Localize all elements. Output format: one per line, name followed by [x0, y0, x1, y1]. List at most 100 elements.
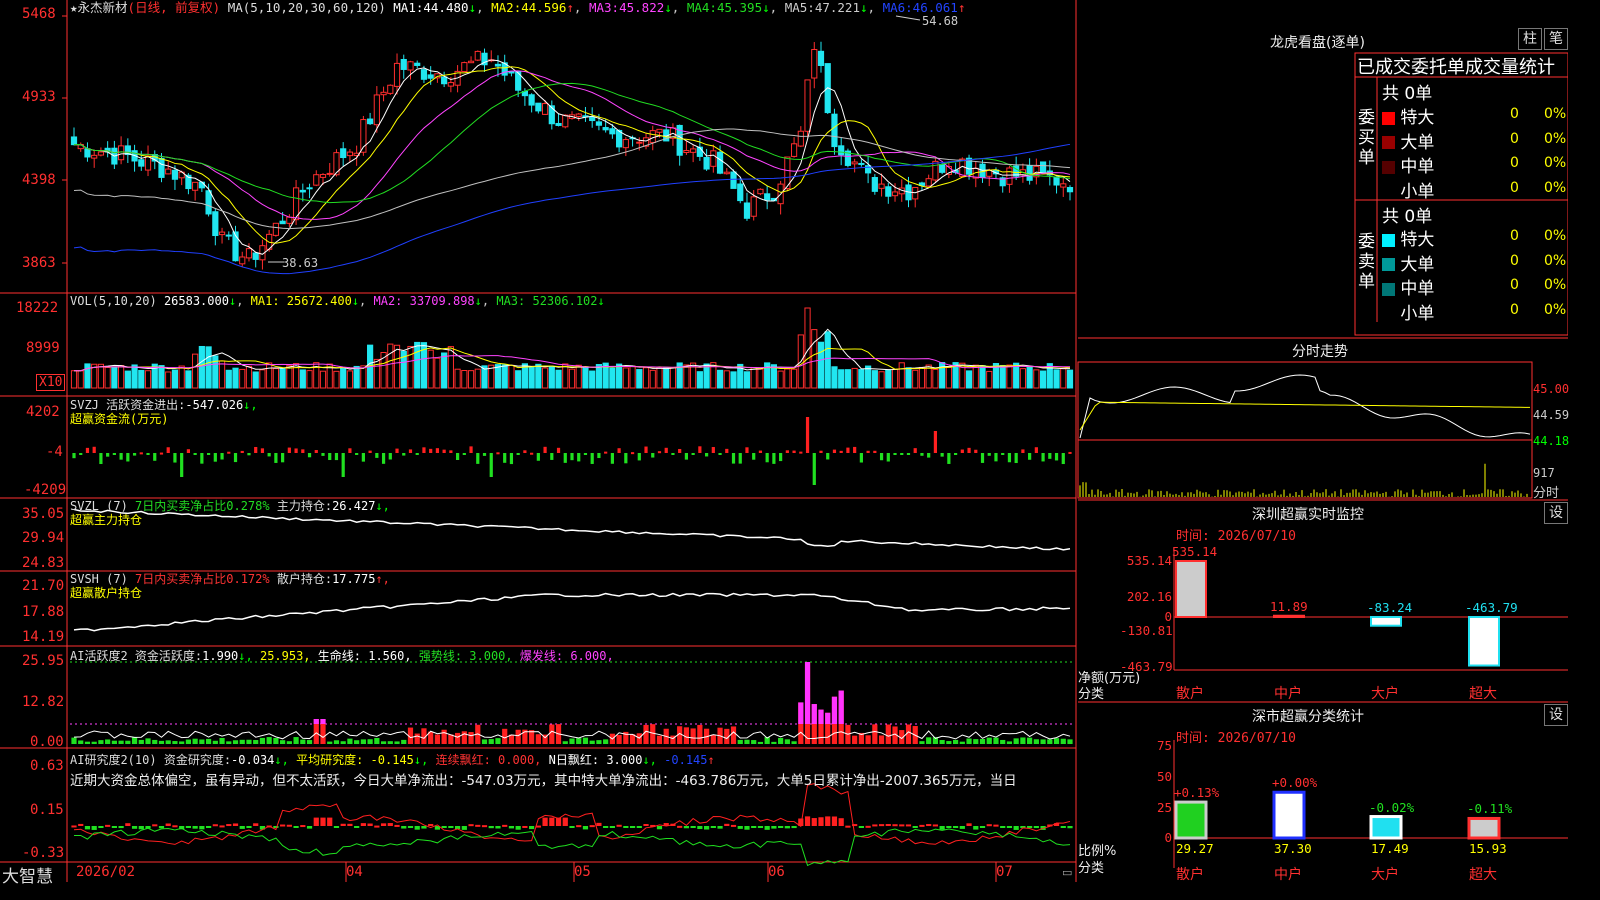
buy-row-3: 小单 0 0%	[1382, 177, 1566, 202]
svsh-label: 散户持仓:	[276, 572, 333, 586]
category-value-label: 29.27	[1176, 841, 1214, 856]
bar-mode-button[interactable]: 柱	[1518, 28, 1542, 50]
row-percent: 0%	[1544, 277, 1567, 293]
ma5-name: MA5:	[784, 0, 815, 15]
right-panel-title: 龙虎看盘(逐单)	[1270, 35, 1365, 51]
x-label-05: 05	[574, 864, 591, 880]
row-label: 大单	[1400, 132, 1435, 153]
ai2-nday: N日飘红: 3.000	[548, 753, 643, 767]
row-percent: 0%	[1544, 130, 1567, 147]
price-axis-4398: 4398	[22, 172, 56, 188]
price-axis-4933: 4933	[22, 89, 56, 105]
row-label: 中单	[1400, 157, 1435, 177]
monitor-bar	[1273, 614, 1305, 618]
monitor-axis-label: 0	[1164, 609, 1172, 624]
ai2-label: 资金研究度:	[163, 753, 232, 767]
ai1-life: 生命线: 1.560,	[317, 649, 412, 663]
svzj-arrow: ↓,	[243, 398, 258, 412]
lock-icon[interactable]: ▭	[1062, 866, 1072, 879]
ai1-arrow: ↓,	[238, 649, 253, 663]
buy-row-1: 大单 0 0%	[1382, 128, 1566, 153]
color-swatch	[1382, 160, 1395, 174]
ai2-arrow: ↓,	[274, 753, 289, 767]
color-swatch	[1382, 136, 1395, 149]
ma6-value: 46.061	[912, 0, 958, 15]
category-title: 深市超赢分类统计	[1252, 709, 1364, 725]
svsh-axis-top: 21.70	[22, 578, 65, 594]
monitor-settings-button[interactable]: 设	[1544, 502, 1568, 524]
color-swatch	[1382, 307, 1395, 320]
color-swatch	[1382, 233, 1395, 247]
svsh-axis-mid: 17.88	[22, 604, 65, 620]
svzl-label: 主力持仓:	[276, 499, 333, 513]
buy-row-2: 中单 0 0%	[1382, 152, 1566, 177]
row-label: 小单	[1400, 181, 1435, 202]
row-percent: 0%	[1544, 155, 1567, 171]
row-label: 小单	[1400, 303, 1435, 324]
vol-ma2: MA2: 33709.898	[373, 294, 475, 308]
category-axis-category: 中户	[1274, 867, 1302, 883]
svzj-axis-bottom: -4209	[24, 482, 67, 498]
ma3-name: MA3:	[588, 0, 620, 15]
sell-total: 共 0单	[1382, 207, 1433, 227]
vol-axis-top: 18222	[16, 300, 59, 316]
monitor-bar-label: 11.89	[1270, 598, 1308, 614]
category-bar	[1174, 800, 1208, 840]
sell-row-3: 小单 0 0%	[1382, 299, 1566, 324]
svzj-subtitle: 超赢资金流(万元)	[70, 412, 169, 426]
ma1-arrow: ↓	[468, 0, 477, 15]
sell-side-label: 委卖单	[1358, 232, 1375, 292]
category-bar	[1369, 815, 1403, 840]
category-axis-category: 超大	[1469, 867, 1497, 883]
category-settings-button[interactable]: 设	[1544, 704, 1568, 726]
category-change-label: +0.00%	[1272, 775, 1318, 791]
ma5-value: 47.221	[814, 0, 860, 15]
intraday-tick-bottom: 44.18	[1533, 434, 1570, 448]
ai2-avg-arrow: ↓,	[413, 753, 429, 767]
category-axis-label: 0	[1164, 830, 1172, 845]
vol-title: VOL(5,10,20)	[70, 294, 157, 308]
category-value-label: 17.49	[1371, 841, 1409, 856]
ma-title: MA(5,10,20,30,60,120)	[227, 0, 386, 15]
row-label: 中单	[1400, 279, 1435, 299]
vol-ma3: MA3: 52306.102	[496, 294, 598, 308]
intraday-title: 分时走势	[1292, 344, 1348, 360]
intraday-avg-line	[1079, 401, 1531, 431]
svzl-value: 26.427	[332, 499, 376, 513]
vol-value: 26583.000	[163, 294, 229, 308]
category-bar	[1272, 790, 1306, 840]
svsh-arrow: ↑,	[375, 572, 390, 586]
ai1-v2: 25.953,	[259, 649, 311, 663]
ai1-axis-mid: 12.82	[22, 694, 65, 710]
vol-arrow: ↓	[228, 294, 237, 308]
category-axis-category: 大户	[1371, 867, 1399, 883]
intraday-vol-tick: 917	[1533, 466, 1555, 480]
row-count: 0	[1510, 155, 1519, 171]
color-swatch	[1382, 111, 1395, 125]
svsh-pct: 7日内买卖净占比0.172%	[135, 572, 270, 586]
svsh-title: SVSH (7)	[70, 572, 128, 586]
monitor-bar-label: 535.14	[1172, 544, 1218, 559]
vol-axis-mid: 8999	[26, 340, 60, 356]
ma2-name: MA2:	[491, 0, 522, 15]
category-axis-label: 75	[1156, 738, 1172, 753]
favorite-star-icon[interactable]: ★	[70, 0, 78, 15]
ai2-commentary: 近期大资金总体偏空，虽有异动，但不太活跃，今日大单净流出：-547.03万元，其…	[70, 773, 1017, 789]
category-axis-label: 50	[1156, 769, 1172, 784]
ai2-title: AI研究度2(10)	[70, 753, 157, 767]
period-mode[interactable]: (日线, 前复权)	[128, 0, 221, 15]
monitor-axis-label: -463.79	[1120, 659, 1173, 674]
ai1-axis-bottom: 0.00	[30, 734, 64, 750]
ma1-name: MA1:	[393, 0, 424, 15]
row-label: 特大	[1400, 230, 1435, 250]
svsh-subtitle: 超赢散户持仓	[70, 586, 143, 600]
ma4-value: 45.395	[716, 0, 763, 15]
row-percent: 0%	[1544, 106, 1567, 122]
svzj-value: -547.026	[185, 398, 244, 412]
tick-mode-button[interactable]: 笔	[1544, 28, 1568, 50]
ai1-burst: 爆发线: 6.000,	[519, 649, 614, 663]
row-count: 0	[1510, 301, 1519, 318]
svsh-value: 17.775	[332, 572, 376, 586]
ma1-value: 44.480	[423, 0, 469, 15]
svzj-title: SVZJ	[70, 398, 99, 412]
